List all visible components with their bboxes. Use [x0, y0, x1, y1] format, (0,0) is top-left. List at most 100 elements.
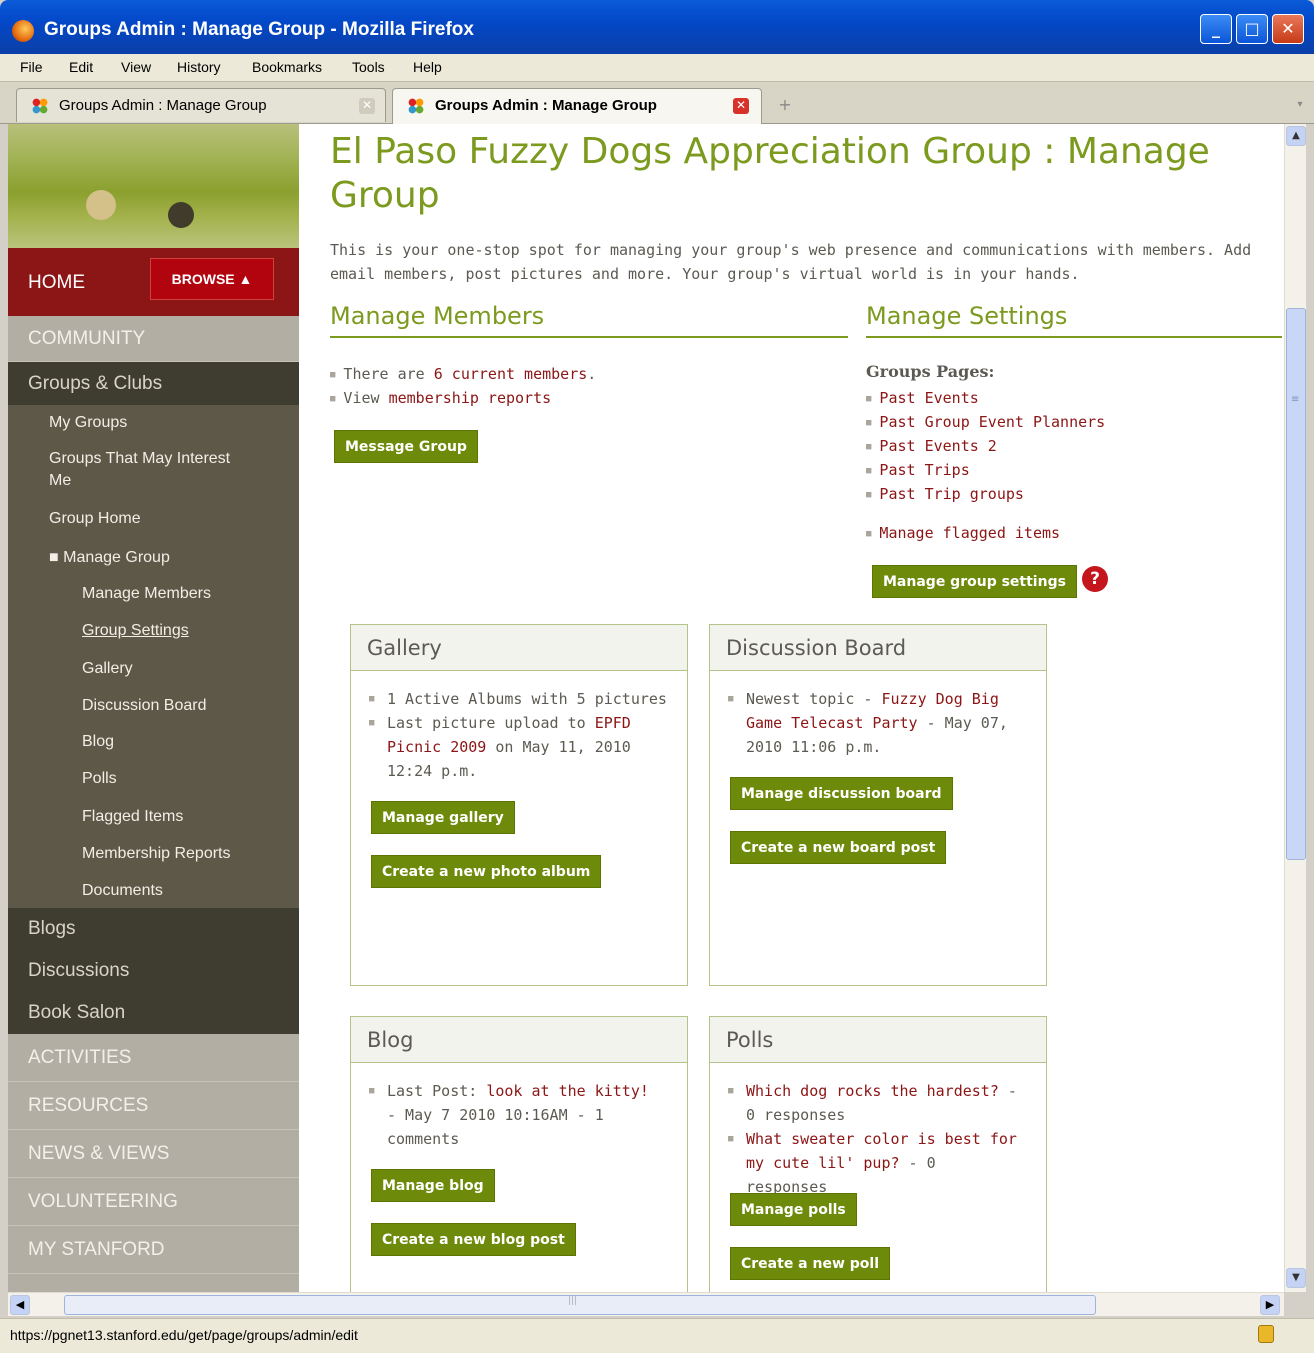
menu-tools[interactable]: Tools: [352, 59, 385, 75]
membership-reports-line: View membership reports: [330, 386, 551, 411]
page-title: El Paso Fuzzy Dogs Appreciation Group : …: [330, 131, 1210, 216]
tab-label: Groups Admin : Manage Group: [435, 97, 657, 114]
nav-news-views[interactable]: NEWS & VIEWS: [8, 1130, 299, 1178]
past-events-link[interactable]: Past Events: [879, 389, 978, 407]
nav-groups-interest[interactable]: Groups That May Interest: [49, 450, 230, 468]
nav-discussions[interactable]: Discussions: [8, 950, 299, 992]
menu-bookmarks[interactable]: Bookmarks: [252, 59, 322, 75]
sidebar: HOME BROWSE ▲ COMMUNITY Groups & Clubs M…: [8, 124, 299, 1292]
manage-gallery-button[interactable]: Manage gallery: [371, 801, 515, 834]
nav-community[interactable]: COMMUNITY: [8, 316, 299, 362]
nav-activities[interactable]: ACTIVITIES: [8, 1034, 299, 1082]
help-icon[interactable]: ?: [1082, 566, 1108, 592]
nav-volunteering[interactable]: VOLUNTEERING: [8, 1178, 299, 1226]
maximize-button[interactable]: □: [1236, 14, 1268, 44]
poll-link-1[interactable]: Which dog rocks the hardest?: [746, 1082, 999, 1100]
vertical-scrollbar[interactable]: ▲ ≡ ▼: [1284, 124, 1306, 1292]
menu-view[interactable]: View: [121, 59, 151, 75]
home-link[interactable]: HOME: [28, 272, 85, 294]
last-post-line: Last Post: look at the kitty! - May 7 20…: [369, 1079, 659, 1151]
nav-gallery[interactable]: Gallery: [82, 660, 133, 678]
create-photo-album-button[interactable]: Create a new photo album: [371, 855, 602, 888]
scroll-left-icon[interactable]: ◀: [10, 1295, 30, 1315]
members-count-prefix: There are: [343, 365, 434, 383]
menu-file[interactable]: File: [20, 59, 43, 75]
past-group-event-planners-link[interactable]: Past Group Event Planners: [879, 413, 1105, 431]
hero-figure: [86, 190, 116, 220]
manage-settings-heading: Manage Settings: [866, 302, 1282, 338]
scroll-right-icon[interactable]: ▶: [1260, 1295, 1280, 1315]
create-blog-post-button[interactable]: Create a new blog post: [371, 1223, 576, 1256]
nav-documents[interactable]: Documents: [82, 882, 163, 900]
menu-edit[interactable]: Edit: [69, 59, 93, 75]
message-group-button[interactable]: Message Group: [334, 430, 478, 463]
tab-bar: Groups Admin : Manage Group ✕ Groups Adm…: [0, 82, 1314, 124]
vertical-scroll-thumb[interactable]: [1286, 308, 1306, 860]
nav-manage-group[interactable]: ■ Manage Group: [49, 549, 170, 567]
past-trip-groups-link[interactable]: Past Trip groups: [879, 485, 1024, 503]
past-trips-link[interactable]: Past Trips: [879, 461, 969, 479]
nav-flagged-items[interactable]: Flagged Items: [82, 808, 183, 826]
discussion-board-box: Discussion Board Newest topic - Fuzzy Do…: [709, 624, 1047, 986]
nav-resources[interactable]: RESOURCES: [8, 1082, 299, 1130]
manage-blog-button[interactable]: Manage blog: [371, 1169, 495, 1202]
poll-item: Which dog rocks the hardest? - 0 respons…: [728, 1079, 1018, 1127]
nav-my-groups[interactable]: My Groups: [49, 414, 127, 432]
nav-blog[interactable]: Blog: [82, 733, 114, 751]
nav-manage-members[interactable]: Manage Members: [82, 585, 211, 603]
nav-groups-interest-cont[interactable]: Me: [49, 472, 71, 490]
past-events-2-link[interactable]: Past Events 2: [879, 437, 996, 455]
post-suffix: - May 7 2010 10:16AM - 1 comments: [387, 1106, 604, 1148]
close-tab-icon[interactable]: ✕: [359, 98, 375, 114]
nav-book-salon[interactable]: Book Salon: [8, 992, 299, 1034]
nav-my-stanford[interactable]: MY STANFORD: [8, 1226, 299, 1274]
minimize-button[interactable]: _: [1200, 14, 1232, 44]
page-item: Past Trip groups: [866, 482, 1024, 507]
poll-link-2[interactable]: What sweater color is best for my cute l…: [746, 1130, 1017, 1172]
close-window-button[interactable]: ✕: [1272, 14, 1304, 44]
hero-image: [8, 124, 299, 248]
status-url: https://pgnet13.stanford.edu/get/page/gr…: [10, 1327, 358, 1343]
tab-2-active[interactable]: Groups Admin : Manage Group ✕: [392, 88, 762, 124]
close-tab-icon[interactable]: ✕: [733, 98, 749, 114]
horizontal-scrollbar[interactable]: ◀ ||| ▶: [8, 1292, 1284, 1316]
nav-group-settings[interactable]: Group Settings: [82, 622, 189, 640]
polls-box: Polls Which dog rocks the hardest? - 0 r…: [709, 1016, 1047, 1292]
nav-group-home[interactable]: Group Home: [49, 510, 141, 528]
scroll-up-icon[interactable]: ▲: [1286, 126, 1306, 146]
gallery-heading: Gallery: [351, 625, 687, 671]
manage-group-settings-button[interactable]: Manage group settings: [872, 565, 1077, 598]
upload-prefix: Last picture upload to: [387, 714, 595, 732]
window-title: Groups Admin : Manage Group - Mozilla Fi…: [44, 19, 474, 40]
page-viewport: HOME BROWSE ▲ COMMUNITY Groups & Clubs M…: [8, 124, 1284, 1292]
menu-history[interactable]: History: [177, 59, 221, 75]
menu-help[interactable]: Help: [413, 59, 442, 75]
nav-groups-clubs[interactable]: Groups & Clubs: [8, 362, 299, 405]
create-poll-button[interactable]: Create a new poll: [730, 1247, 891, 1280]
status-bar: https://pgnet13.stanford.edu/get/page/gr…: [0, 1318, 1314, 1353]
create-board-post-button[interactable]: Create a new board post: [730, 831, 947, 864]
page-item: Past Events: [866, 386, 978, 411]
lock-icon[interactable]: [1258, 1325, 1274, 1343]
manage-flagged-items-link[interactable]: Manage flagged items: [879, 524, 1060, 542]
scroll-down-icon[interactable]: ▼: [1286, 1268, 1306, 1288]
manage-discussion-board-button[interactable]: Manage discussion board: [730, 777, 953, 810]
page-item: Past Trips: [866, 458, 969, 483]
nav-blogs[interactable]: Blogs: [8, 908, 299, 950]
look-at-the-kitty-link[interactable]: look at the kitty!: [486, 1082, 649, 1100]
blog-box: Blog Last Post: look at the kitty! - May…: [350, 1016, 688, 1292]
manage-polls-button[interactable]: Manage polls: [730, 1193, 857, 1226]
intro-text: This is your one-stop spot for managing …: [330, 241, 1252, 283]
members-count-suffix: .: [587, 365, 597, 383]
membership-reports-link[interactable]: membership reports: [389, 389, 552, 407]
tab-1[interactable]: Groups Admin : Manage Group ✕: [16, 88, 386, 122]
tab-list-icon[interactable]: ▾: [1290, 90, 1310, 120]
current-members-link[interactable]: 6 current members: [434, 365, 588, 383]
nav-polls[interactable]: Polls: [82, 770, 117, 788]
new-tab-button[interactable]: +: [770, 90, 800, 120]
nav-membership-reports[interactable]: Membership Reports: [82, 845, 231, 863]
page-item: Past Group Event Planners: [866, 410, 1105, 435]
nav-discussion-board[interactable]: Discussion Board: [82, 697, 207, 715]
horizontal-scroll-thumb[interactable]: [64, 1295, 1096, 1315]
browse-button[interactable]: BROWSE ▲: [150, 258, 274, 300]
